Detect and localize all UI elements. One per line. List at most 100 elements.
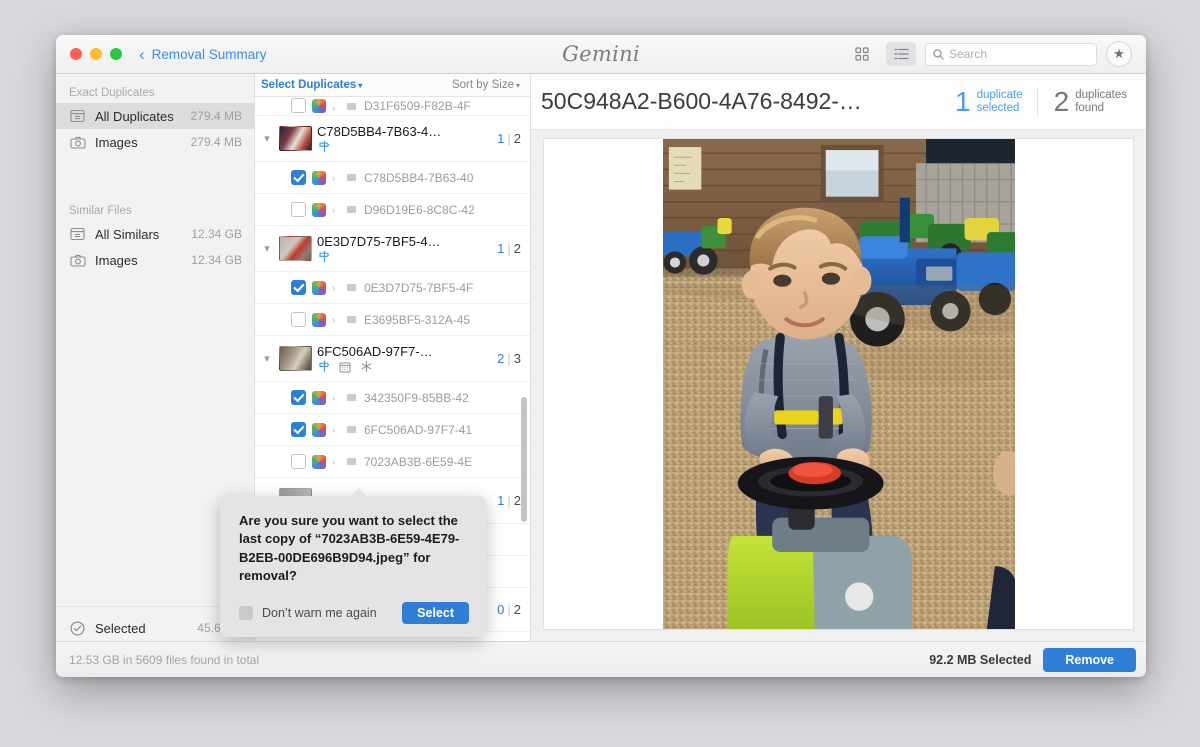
- list-view-icon[interactable]: [886, 42, 916, 66]
- chevron-right-icon: ›: [332, 392, 335, 403]
- file-name: 0E3D7D75-7BF5-4F: [364, 280, 474, 295]
- back-navigation[interactable]: ‹ Removal Summary: [139, 46, 266, 63]
- file-icon: [345, 281, 358, 294]
- stat-number: 2: [1053, 85, 1070, 117]
- group-name: 50C7975F-1B6A-4…: [317, 641, 492, 642]
- group-row[interactable]: ▾ 0E3D7D75-7BF5-4… 1 | 2: [255, 226, 530, 272]
- selected-count: 1: [497, 493, 505, 508]
- close-button[interactable]: [70, 48, 82, 60]
- stat-duplicates-found: 2 duplicates found: [1036, 85, 1127, 117]
- sidebar-item-label: All Similars: [95, 226, 160, 242]
- row-checkbox[interactable]: [291, 390, 306, 405]
- sidebar-section-title-similar: Similar Files: [69, 205, 132, 217]
- remove-button[interactable]: Remove: [1043, 647, 1136, 672]
- page-title: Removal Summary: [151, 46, 267, 62]
- sort-label: Sort by Size: [451, 79, 514, 91]
- file-icon: [345, 391, 358, 404]
- confirm-popover: Are you sure you want to select the last…: [220, 488, 486, 637]
- sidebar-item-label: All Duplicates: [95, 108, 174, 124]
- total-count: 2: [513, 493, 521, 508]
- back-chevron-icon[interactable]: ‹: [139, 46, 145, 63]
- disclosure-triangle-icon[interactable]: ▾: [260, 242, 274, 255]
- asterisk-icon: [359, 360, 373, 374]
- group-info: 0E3D7D75-7BF5-4…: [317, 234, 492, 264]
- group-badges: [317, 140, 492, 154]
- star-icon[interactable]: ★: [1106, 41, 1132, 67]
- search-input[interactable]: Search: [925, 42, 1097, 66]
- list-item[interactable]: › 342350F9-85BB-42: [255, 382, 530, 414]
- row-checkbox[interactable]: [291, 170, 306, 185]
- search-placeholder: Search: [949, 47, 988, 61]
- row-checkbox[interactable]: [291, 280, 306, 295]
- detail-header: 50C948A2-B600-4A76-8492-… 1 duplicate se…: [531, 74, 1146, 130]
- file-icon: [345, 203, 358, 216]
- row-checkbox[interactable]: [291, 454, 306, 469]
- file-icon: [345, 313, 358, 326]
- selected-count: 0: [497, 602, 505, 617]
- popover-arrow: [350, 488, 368, 497]
- row-checkbox[interactable]: [291, 312, 306, 327]
- status-selected-text: 92.2 MB Selected: [929, 652, 1032, 667]
- select-duplicates-label: Select Duplicates: [261, 79, 357, 91]
- group-name: C78D5BB4-7B63-4…: [317, 123, 442, 139]
- sort-menu[interactable]: Sort by Size ▾: [452, 79, 520, 91]
- image-preview-area: [531, 130, 1146, 641]
- disclosure-triangle-icon[interactable]: ▾: [260, 352, 274, 365]
- photos-app-icon: [312, 280, 326, 295]
- popover-message: Are you sure you want to select the last…: [239, 513, 460, 584]
- chevron-right-icon: ›: [332, 456, 335, 467]
- chevron-down-icon: ▾: [515, 81, 520, 90]
- list-item[interactable]: › D31F6509-F82B-4F: [255, 97, 530, 116]
- select-duplicates-menu[interactable]: Select Duplicates ▾: [261, 79, 362, 91]
- group-row[interactable]: ▾ C78D5BB4-7B63-4… 1 | 2: [255, 116, 530, 162]
- list-item[interactable]: › 7023AB3B-6E59-4E: [255, 446, 530, 478]
- signpost-icon: [317, 140, 331, 154]
- photos-app-icon: [312, 422, 326, 437]
- sidebar-item-all-duplicates[interactable]: All Duplicates 279.4 MB: [56, 103, 254, 129]
- minimize-button[interactable]: [90, 48, 102, 60]
- sidebar-item-images-exact[interactable]: Images 279.4 MB: [56, 129, 254, 155]
- group-info: C78D5BB4-7B63-4…: [317, 124, 492, 154]
- preview-photo: [662, 139, 1015, 629]
- row-checkbox[interactable]: [291, 422, 306, 437]
- dont-warn-label[interactable]: Don’t warn me again: [262, 606, 393, 620]
- list-item[interactable]: › E3695BF5-312A-45: [255, 304, 530, 336]
- list-item[interactable]: › D96D19E6-8C8C-42: [255, 194, 530, 226]
- group-badges: [317, 250, 492, 264]
- list-item[interactable]: › C78D5BB4-7B63-40: [255, 162, 530, 194]
- sidebar-item-size: 12.34 GB: [191, 253, 242, 267]
- stat-label-line1: duplicate: [976, 88, 1023, 101]
- group-row[interactable]: ▾ 6FC506AD-97F7-… 2 | 3: [255, 336, 530, 382]
- group-counts: 1 | 2: [497, 131, 521, 146]
- status-total-text: 12.53 GB in 5609 files found in total: [69, 652, 260, 667]
- photos-app-icon: [312, 170, 326, 185]
- photos-app-icon: [312, 202, 326, 217]
- file-name: 7023AB3B-6E59-4E: [364, 454, 473, 469]
- chevron-right-icon: ›: [332, 172, 335, 183]
- camera-icon: [69, 253, 86, 268]
- list-scrollbar[interactable]: [521, 397, 527, 522]
- total-count: 2: [513, 131, 521, 146]
- row-checkbox[interactable]: [291, 202, 306, 217]
- group-thumbnail: [279, 346, 312, 371]
- chevron-down-icon: ▾: [358, 81, 363, 90]
- list-item[interactable]: › 0E3D7D75-7BF5-4F: [255, 272, 530, 304]
- group-info: 6FC506AD-97F7-…: [317, 344, 492, 374]
- file-name: D31F6509-F82B-4F: [364, 99, 471, 113]
- file-name: 342350F9-85BB-42: [364, 390, 469, 405]
- zoom-button[interactable]: [110, 48, 122, 60]
- file-icon: [345, 455, 358, 468]
- group-thumbnail: [279, 236, 312, 261]
- sidebar-item-images-similar[interactable]: Images 12.34 GB: [56, 247, 254, 273]
- row-checkbox[interactable]: [291, 98, 306, 113]
- grid-view-icon[interactable]: [847, 42, 877, 66]
- sidebar-item-all-similars[interactable]: All Similars 12.34 GB: [56, 221, 254, 247]
- stat-label-line1: duplicates: [1075, 88, 1127, 101]
- list-item[interactable]: › 6FC506AD-97F7-41: [255, 414, 530, 446]
- file-name: C78D5BB4-7B63-40: [364, 170, 474, 185]
- detail-pane: 50C948A2-B600-4A76-8492-… 1 duplicate se…: [531, 74, 1146, 641]
- dont-warn-checkbox[interactable]: [239, 605, 253, 620]
- popover-select-button[interactable]: Select: [402, 601, 469, 624]
- disclosure-triangle-icon[interactable]: ▾: [260, 132, 274, 145]
- calendar-icon: [338, 360, 352, 374]
